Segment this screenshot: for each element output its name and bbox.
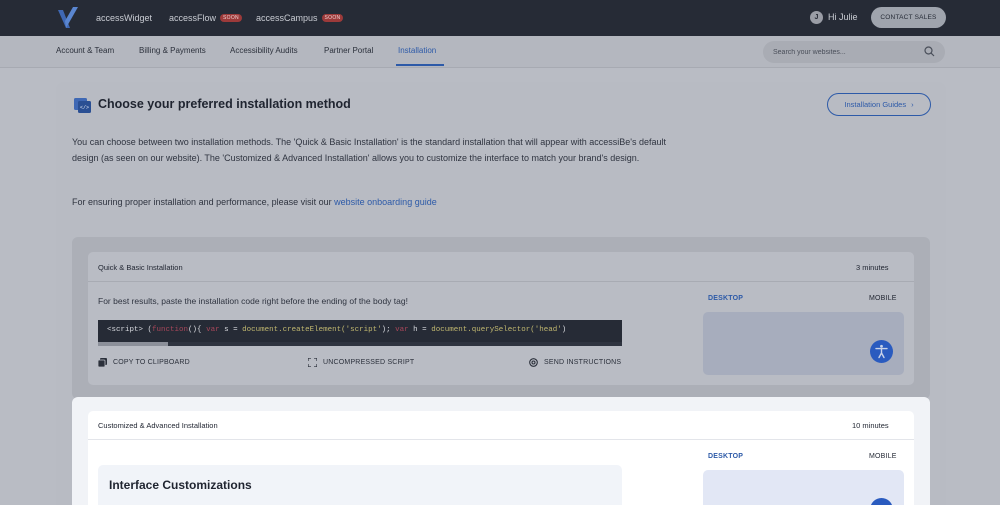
nav-accessflow-label: accessFlow [169,13,217,23]
code-string: 'head' [534,326,562,334]
divider [88,281,914,282]
quick-install-time: 3 minutes [856,263,889,272]
contact-sales-button[interactable]: CONTACT SALES [871,7,946,28]
tab-account-team[interactable]: Account & Team [56,46,114,55]
quick-install-title: Quick & Basic Installation [98,263,183,272]
search-box[interactable] [763,41,945,63]
copy-icon [98,358,107,367]
code-keyword: var [395,326,409,334]
tab-installation[interactable]: Installation [398,46,436,55]
copy-label: COPY TO CLIPBOARD [113,359,190,366]
svg-text:</>: </> [80,105,89,111]
onboarding-note: For ensuring proper installation and per… [72,197,437,207]
at-icon [529,358,538,367]
page-title: Choose your preferred installation metho… [98,97,351,111]
accessibe-logo-icon[interactable] [57,6,79,29]
soon-badge: SOON [220,14,242,22]
nav-accesscampus[interactable]: accessCampus SOON [256,13,344,23]
code-open: ( [143,326,153,334]
install-code-snippet[interactable]: <script> (function(){ var s = document.c… [98,320,622,342]
copy-to-clipboard-button[interactable]: COPY TO CLIPBOARD [98,358,190,367]
nav-accesscampus-label: accessCampus [256,13,318,23]
search-icon[interactable] [924,46,935,57]
mobile-preview-tab[interactable]: MOBILE [869,453,897,460]
code-scrollbar[interactable] [98,342,622,346]
onboarding-prefix: For ensuring proper installation and per… [72,197,335,207]
tab-partner-portal[interactable]: Partner Portal [324,46,373,55]
avatar[interactable]: J [810,11,823,24]
code-text: ); [381,326,396,334]
send-instructions-label: SEND INSTRUCTIONS [544,359,622,366]
desktop-preview-tab[interactable]: DESKTOP [708,295,743,302]
installation-guides-button[interactable]: Installation Guides › [827,93,931,116]
tab-accessibility-audits[interactable]: Accessibility Audits [230,46,298,55]
nav-accesswidget-label: accessWidget [96,13,153,23]
accessibility-widget-button[interactable] [870,340,893,363]
onboarding-guide-link[interactable]: website onboarding guide [334,197,437,207]
code-tag: <script> [107,326,144,334]
chevron-right-icon: › [911,100,914,109]
accessibility-person-icon [875,344,888,359]
divider [88,439,914,440]
interface-customizations-title: Interface Customizations [109,478,252,492]
code-function: document.querySelector( [431,326,535,334]
nav-accesswidget[interactable]: accessWidget [96,13,152,23]
install-hint: For best results, paste the installation… [98,296,408,306]
installation-description: You can choose between two installation … [72,137,666,163]
nav-accessflow[interactable]: accessFlow SOON [169,13,242,23]
custom-install-time: 10 minutes [852,421,889,430]
scrollbar-thumb[interactable] [98,342,168,346]
soon-badge: SOON [321,14,344,22]
code-keyword: var [206,326,220,334]
code-text: ) [561,326,567,334]
code-string: 'script' [345,326,382,334]
tab-billing-payments[interactable]: Billing & Payments [139,46,206,55]
active-tab-indicator [396,64,444,66]
code-keyword: function [152,326,189,334]
code-text: s = [219,326,243,334]
uncompressed-script-button[interactable]: UNCOMPRESSED SCRIPT [308,358,414,367]
code-window-icon: </> [74,98,91,113]
mobile-preview-tab[interactable]: MOBILE [869,295,897,302]
code-function: document.createElement( [242,326,346,334]
user-greeting[interactable]: Hi Julie [828,12,858,22]
custom-install-title: Customized & Advanced Installation [98,421,218,430]
send-instructions-button[interactable]: SEND INSTRUCTIONS [529,358,621,367]
desktop-preview-tab[interactable]: DESKTOP [708,453,743,460]
installation-guides-label: Installation Guides [844,100,907,109]
search-input[interactable] [773,48,913,56]
code-text: h = [408,326,432,334]
code-text: (){ [188,326,207,334]
uncompressed-label: UNCOMPRESSED SCRIPT [323,359,415,366]
expand-icon [308,358,317,367]
